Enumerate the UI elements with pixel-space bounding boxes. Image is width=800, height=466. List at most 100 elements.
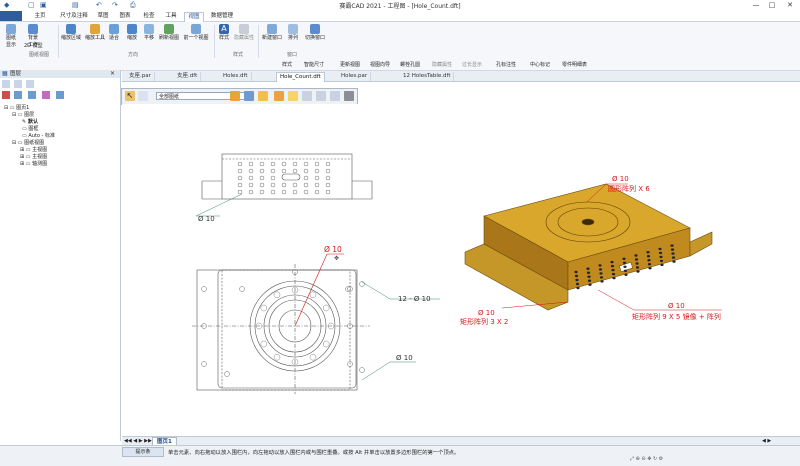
previous-view-button[interactable]: 前一个视图 [182, 24, 210, 41]
tab-tools[interactable]: 工具 [162, 12, 180, 21]
tab-data-management[interactable]: 数据管理 [208, 12, 236, 21]
2d-model-button[interactable]: 2D 模型 [24, 42, 54, 49]
doc-tab[interactable]: Holes.dft [220, 72, 252, 81]
panel-tool-icon[interactable] [42, 91, 50, 99]
iso-top-callout-1[interactable]: Ø 10 [612, 175, 629, 183]
hole-callout-button[interactable]: 孔标注性 [496, 61, 516, 68]
hidden-properties-button[interactable]: 隐藏属性 [432, 61, 452, 68]
doc-tab[interactable]: Holes.par [338, 72, 372, 81]
tab-view[interactable]: 视图 [184, 12, 204, 22]
new-window-label: 新建窗口 [261, 35, 282, 41]
tab-home[interactable]: 主页 [28, 12, 52, 21]
pan-button[interactable]: 平移 [142, 24, 156, 41]
iso-hole [635, 266, 640, 269]
zoom-area-button[interactable]: 缩放区域 [60, 24, 82, 41]
arrow-left-icon[interactable] [316, 91, 326, 101]
bolt-hole-circle-button[interactable]: 螺栓孔圆 [400, 61, 420, 68]
doc-tab[interactable]: 支座.par [126, 72, 155, 81]
panel-tool-icon[interactable] [14, 91, 22, 99]
pointer-icon[interactable] [258, 91, 268, 101]
bottom-hole-callout[interactable]: Ø 10 [396, 354, 413, 362]
panel-tool-icon[interactable] [26, 80, 34, 88]
doc-tab-active[interactable]: Hole_Count.dft [276, 72, 325, 82]
arrange-button[interactable]: 排列 [286, 24, 300, 41]
tree-item-main-view-1[interactable]: ⊞ ▭ 主视图 [20, 146, 47, 153]
tree-item-sheet1[interactable]: ⊟ ▭ 图页1 [4, 104, 29, 111]
iso-right-callout-2[interactable]: 矩形阵列 9 X 5 镜像 + 阵列 [632, 312, 721, 321]
iso-left-callout-2[interactable]: 矩形阵列 3 X 2 [460, 317, 508, 326]
panel-tool-icon[interactable] [56, 91, 64, 99]
zoom-button[interactable]: 缩放 [125, 24, 139, 41]
filter-icon[interactable] [230, 91, 240, 101]
tree-item-frame[interactable]: ▭ 图框 [22, 125, 38, 132]
iso-left-callout-1[interactable]: Ø 10 [478, 309, 495, 317]
funnel-icon[interactable] [244, 91, 254, 101]
zoom-tool-button[interactable]: 缩放工具 [84, 24, 106, 41]
close-button[interactable]: ✕ [782, 0, 798, 11]
parts-list-button[interactable]: 零件明细表 [562, 61, 587, 68]
close-toolbar-icon[interactable] [344, 91, 354, 101]
panel-tool-icon[interactable] [14, 80, 22, 88]
switch-window-button[interactable]: 切换窗口 [302, 24, 328, 41]
quick-style-button[interactable]: 样式 [282, 61, 292, 68]
tree-item-main-view-2[interactable]: ⊞ ▭ 主视图 [20, 153, 47, 160]
sheet-nav-icon[interactable]: ◀◀ ◀ ▶ ▶▶ [124, 438, 152, 444]
top-view-hole-callout[interactable]: Ø 10 [198, 215, 215, 223]
tree-item-default[interactable]: ✎ 默认 [22, 118, 38, 125]
top-view-hole [281, 168, 287, 174]
doc-tab[interactable]: 12 HolesTable.dft [400, 72, 455, 81]
iso-top-callout-2[interactable]: 圆形阵列 X 6 [608, 184, 650, 193]
iso-right-callout-1[interactable]: Ø 10 [668, 302, 685, 310]
overlap-icon[interactable] [302, 91, 312, 101]
fence-icon[interactable] [288, 91, 298, 101]
tree-item-drawing-views[interactable]: ⊟ ▭ 图纸视图 [12, 139, 44, 146]
zoom-out-icon[interactable]: ⊖ [641, 456, 645, 462]
top-view-hole [281, 161, 287, 167]
refresh-view-button[interactable]: 刷新视图 [158, 24, 180, 41]
tab-sketch[interactable]: 草图 [94, 12, 112, 21]
center-hole-callout[interactable]: Ø 10 [324, 245, 342, 254]
tab-inspect[interactable]: 检查 [140, 12, 158, 21]
tree-item-layers[interactable]: ⊟ ▭ 图层 [12, 111, 34, 118]
iso-hole [635, 262, 639, 265]
doc-tab[interactable]: 支座.dft [174, 72, 202, 81]
hide-properties-button[interactable]: 隐藏属性 [232, 24, 256, 41]
tab-chart[interactable]: 图表 [116, 12, 134, 21]
maximize-button[interactable]: □ [764, 0, 780, 11]
smart-dimension-button[interactable]: 智能尺寸 [304, 61, 324, 68]
panel-tool-icon[interactable] [28, 91, 36, 99]
fit-button[interactable]: 适合 [107, 24, 121, 41]
fit-view-icon[interactable]: ⤢ [630, 456, 634, 462]
dropdown-icon[interactable] [138, 91, 148, 101]
new-window-button[interactable]: 新建窗口 [260, 24, 284, 41]
top-view-hole [314, 189, 320, 195]
zoom-in-icon[interactable]: ⊕ [636, 456, 640, 462]
top-view-hole [248, 175, 254, 181]
panel-tool-icon[interactable] [2, 80, 10, 88]
pan-icon[interactable]: ✥ [647, 456, 651, 462]
tree-item-auto-standard[interactable]: ▭ Auto - 标准 [22, 132, 55, 139]
settings-icon[interactable]: ⚙ [659, 456, 663, 462]
minimize-button[interactable]: — [748, 0, 764, 11]
hole-count-callout[interactable]: 12 - Ø 10 [398, 295, 431, 303]
view-wizard-button[interactable]: 视图向导 [370, 61, 390, 68]
iso-hole [623, 265, 627, 268]
application-button[interactable] [0, 11, 22, 21]
refresh-icon[interactable]: ↻ [653, 456, 657, 462]
tab-dimensions[interactable]: 尺寸及注释 [56, 12, 92, 21]
select-box-icon[interactable] [274, 91, 284, 101]
long-display-button[interactable]: 过长显示 [462, 61, 482, 68]
front-view-slot [309, 353, 317, 361]
drawing-canvas[interactable]: Ø 10 Ø 10 ✥ 12 - Ø 10 Ø 10 Ø 10 圆形阵列 X 6… [122, 104, 800, 436]
sheet-display-button[interactable]: 图纸 显示 [3, 24, 19, 48]
center-mark-button[interactable]: 中心标记 [530, 61, 550, 68]
select-arrow-icon[interactable]: ↖ [125, 91, 135, 101]
tree-item-iso-view[interactable]: ⊞ ▭ 轴测图 [20, 160, 47, 167]
update-view-button[interactable]: 更新视图 [340, 61, 360, 68]
arrow-right-icon[interactable] [330, 91, 340, 101]
style-button[interactable]: A 样式 [217, 24, 231, 41]
panel-tool-icon[interactable] [2, 91, 10, 99]
style-label: 样式 [218, 35, 229, 41]
scroll-arrows-icon[interactable]: ◀ ▶ [762, 438, 771, 444]
panel-close-icon[interactable]: × [110, 70, 115, 77]
